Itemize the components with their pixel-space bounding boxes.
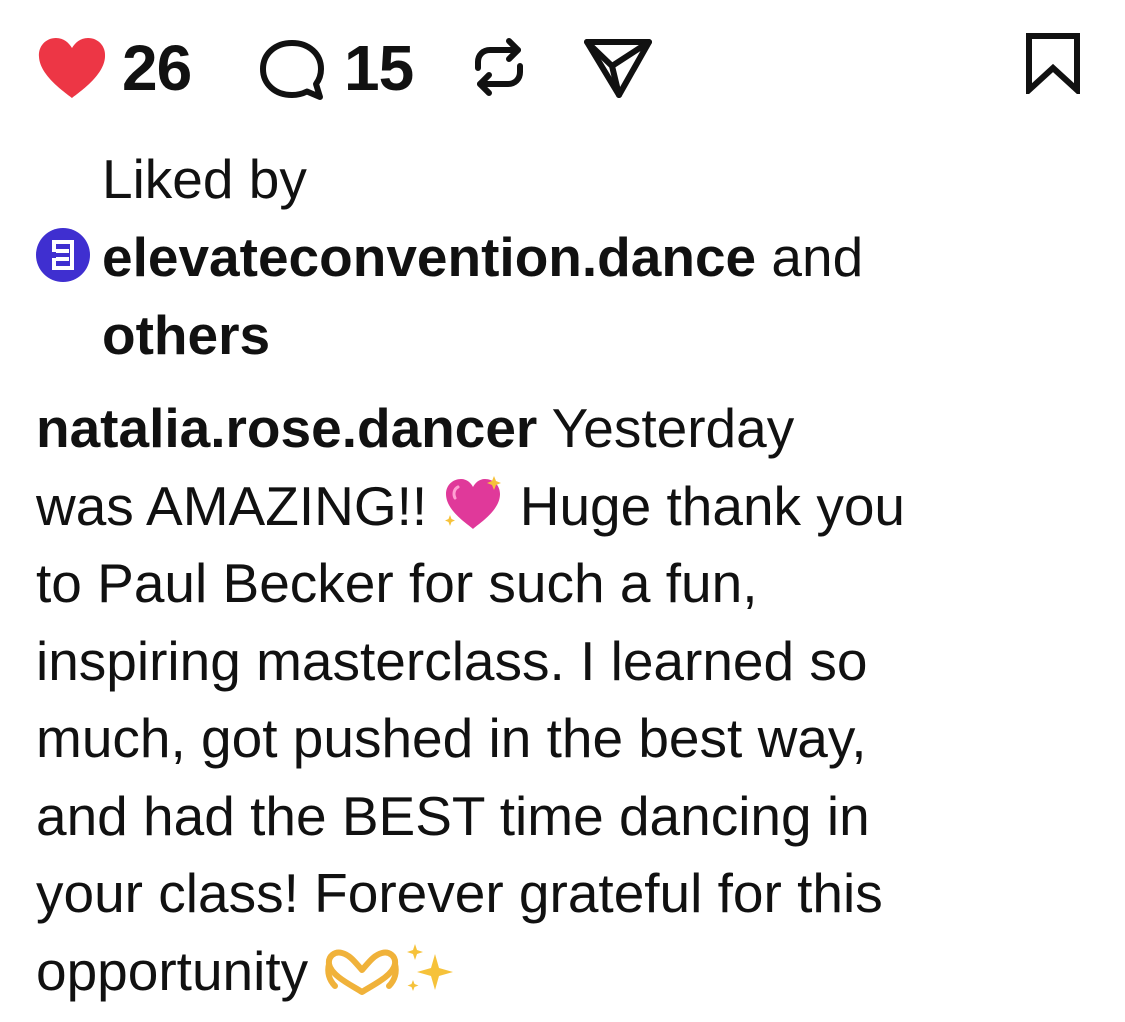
post-action-bar: 26 15: [0, 0, 1125, 140]
bookmark-icon[interactable]: [1024, 32, 1082, 94]
caption-line: to Paul Becker for such a fun,: [36, 552, 758, 614]
share-icon[interactable]: [582, 36, 654, 100]
heart-hands-icon: [325, 949, 400, 995]
caption-text: Huge thank you: [504, 474, 906, 537]
caption-text: Yesterday: [537, 397, 795, 459]
post-caption: natalia.rose.dancer Yesterday was AMAZIN…: [36, 390, 1096, 1010]
caption-text: opportunity: [36, 939, 324, 1002]
sparkles-icon: [407, 943, 454, 991]
liked-by-conjunction: and: [771, 226, 864, 288]
elevate-logo-icon: [52, 240, 74, 270]
caption-line: your class! Forever grateful for this: [36, 862, 883, 924]
caption-line: and had the BEST time dancing in: [36, 784, 870, 847]
caption-line: natalia.rose.dancer Yesterday: [36, 390, 1096, 468]
liked-by-label: Liked by: [102, 148, 307, 210]
heart-icon[interactable]: [36, 36, 108, 100]
caption-username[interactable]: natalia.rose.dancer: [36, 397, 537, 459]
comment-count[interactable]: 15: [344, 32, 414, 104]
repost-icon[interactable]: [466, 34, 532, 100]
sparkling-heart-icon: [445, 475, 502, 529]
like-count[interactable]: 26: [122, 32, 192, 104]
liked-by-account-link[interactable]: elevateconvention.dance: [102, 226, 756, 288]
caption-line: much, got pushed in the best way,: [36, 707, 867, 769]
liked-by-others-link[interactable]: others: [102, 296, 270, 374]
caption-line: inspiring masterclass. I learned so: [36, 629, 868, 692]
comment-icon[interactable]: [258, 38, 326, 102]
avatar[interactable]: [36, 228, 90, 282]
caption-line: was AMAZING!! Huge thank you: [36, 468, 1096, 546]
caption-text: was AMAZING!!: [36, 474, 443, 537]
caption-line: opportunity: [36, 933, 1096, 1011]
liked-by-accounts: elevateconvention.dance and: [36, 218, 863, 296]
